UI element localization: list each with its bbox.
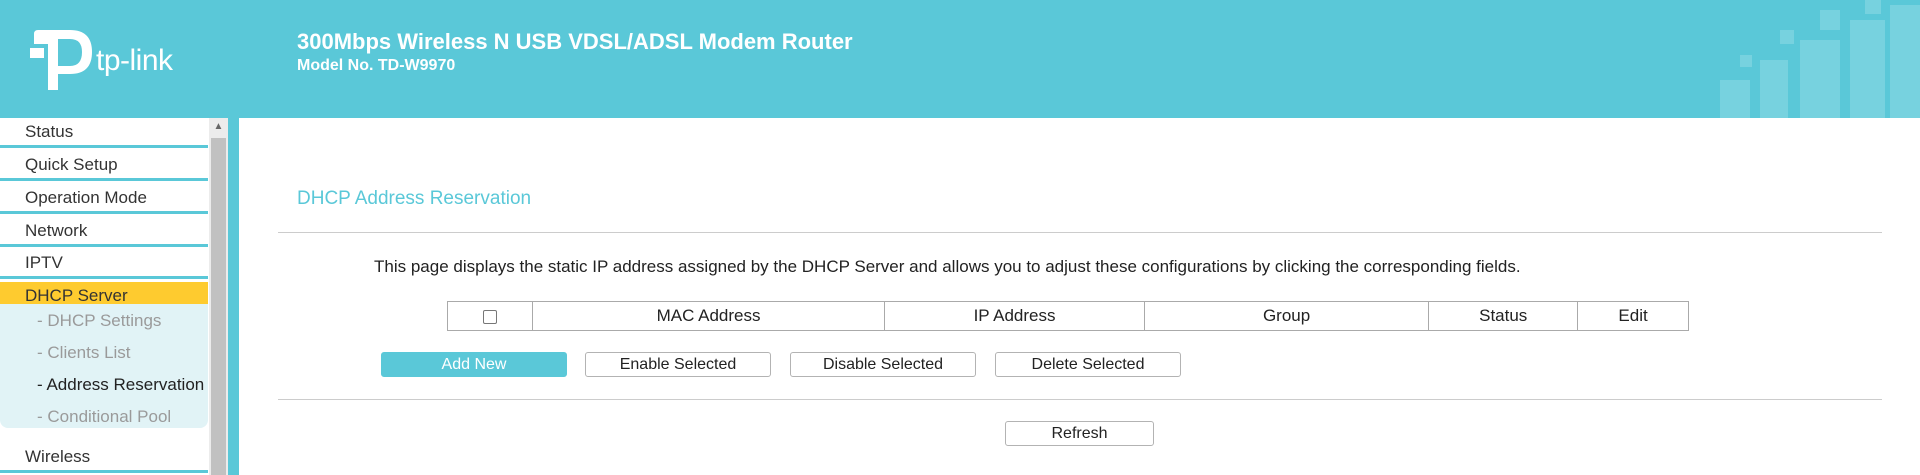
sidebar-item-status[interactable]: Status bbox=[0, 118, 208, 148]
disable-selected-button[interactable]: Disable Selected bbox=[790, 352, 976, 377]
bottom-divider bbox=[278, 399, 1882, 400]
dhcp-submenu: - DHCP Settings - Clients List - Address… bbox=[0, 304, 208, 428]
logo-text: tp-link bbox=[96, 44, 173, 77]
refresh-button[interactable]: Refresh bbox=[1005, 421, 1154, 446]
sidebar-item-iptv[interactable]: IPTV bbox=[0, 249, 208, 279]
column-edit: Edit bbox=[1577, 301, 1689, 331]
reservation-table: MAC Address IP Address Group Status Edit bbox=[447, 301, 1689, 331]
page-description: This page displays the static IP address… bbox=[374, 257, 1521, 276]
sidebar-item-network[interactable]: Network bbox=[0, 217, 208, 247]
scrollbar-thumb[interactable] bbox=[211, 138, 226, 475]
table-header-row: MAC Address IP Address Group Status Edit bbox=[447, 301, 1689, 331]
sidebar-subitem-address-reservation[interactable]: - Address Reservation bbox=[37, 375, 204, 395]
scroll-up-icon[interactable]: ▲ bbox=[209, 118, 228, 136]
select-all-cell bbox=[447, 301, 533, 331]
sidebar-subitem-clients-list[interactable]: - Clients List bbox=[37, 343, 131, 363]
enable-selected-button[interactable]: Enable Selected bbox=[585, 352, 771, 377]
product-name: 300Mbps Wireless N USB VDSL/ADSL Modem R… bbox=[297, 29, 853, 54]
sidebar-scrollbar[interactable]: ▲ bbox=[209, 118, 228, 475]
column-ip-address: IP Address bbox=[884, 301, 1145, 331]
column-status: Status bbox=[1428, 301, 1579, 331]
sidebar-menu: Status Quick Setup Operation Mode Networ… bbox=[0, 118, 209, 475]
sidebar-item-wireless[interactable]: Wireless bbox=[0, 443, 208, 473]
model-number: Model No. TD-W9970 bbox=[297, 57, 456, 74]
sidebar-item-quick-setup[interactable]: Quick Setup bbox=[0, 151, 208, 181]
sidebar-item-operation-mode[interactable]: Operation Mode bbox=[0, 184, 208, 214]
sidebar-divider bbox=[228, 118, 239, 475]
header-pattern bbox=[1720, 0, 1920, 118]
column-group: Group bbox=[1143, 301, 1430, 331]
page-title: DHCP Address Reservation bbox=[297, 188, 532, 209]
title-divider bbox=[278, 232, 1882, 233]
header-bar: tp-link 300Mbps Wireless N USB VDSL/ADSL… bbox=[0, 0, 1920, 118]
sidebar-subitem-dhcp-settings[interactable]: - DHCP Settings bbox=[37, 311, 161, 331]
add-new-button[interactable]: Add New bbox=[381, 352, 567, 377]
select-all-checkbox[interactable] bbox=[482, 309, 497, 324]
delete-selected-button[interactable]: Delete Selected bbox=[995, 352, 1181, 377]
sidebar-subitem-conditional-pool[interactable]: - Conditional Pool bbox=[37, 407, 171, 427]
column-mac-address: MAC Address bbox=[531, 301, 886, 331]
